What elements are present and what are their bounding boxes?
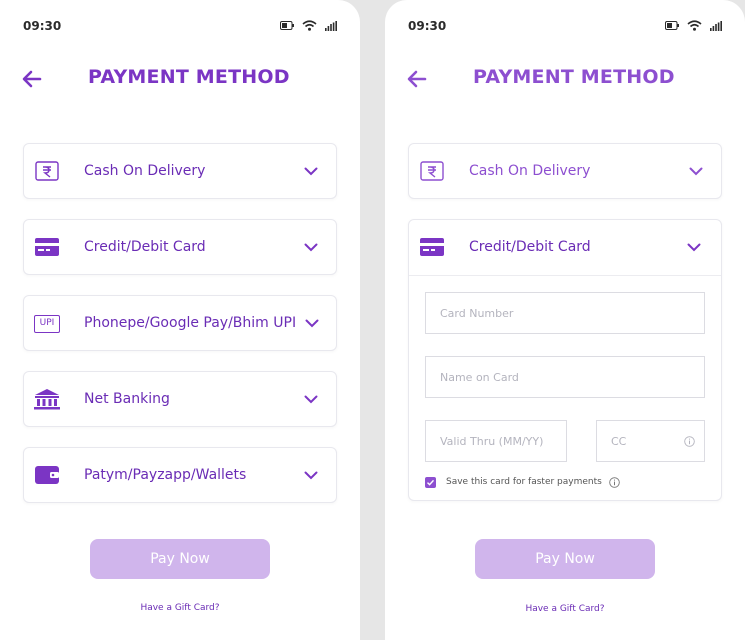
option-wallets[interactable]: Patym/Payzapp/Wallets <box>23 447 337 503</box>
status-bar: 09:30 <box>385 18 745 36</box>
option-label: Cash On Delivery <box>469 163 591 179</box>
info-icon[interactable] <box>609 476 620 488</box>
back-arrow-icon[interactable] <box>407 70 427 88</box>
signal-icon <box>325 20 337 31</box>
valid-thru-input[interactable] <box>426 421 566 461</box>
valid-thru-field[interactable] <box>425 420 567 462</box>
page-title: PAYMENT METHOD <box>473 66 675 88</box>
chevron-down-icon <box>687 243 701 252</box>
option-net-banking[interactable]: Net Banking <box>23 371 337 427</box>
card-form-panel: Credit/Debit Card Save this card for fas… <box>408 219 722 501</box>
rupee-icon <box>35 161 59 181</box>
option-credit-debit-card[interactable]: Credit/Debit Card <box>409 220 721 276</box>
option-cash-on-delivery[interactable]: Cash On Delivery <box>23 143 337 199</box>
card-icon <box>420 238 444 256</box>
option-label: Cash On Delivery <box>84 163 206 179</box>
option-label: Patym/Payzapp/Wallets <box>84 467 247 483</box>
pay-now-button[interactable]: Pay Now <box>90 539 270 579</box>
option-label: Phonepe/Google Pay/Bhim UPI <box>84 315 297 331</box>
wallet-icon <box>35 466 59 484</box>
card-icon <box>35 238 59 256</box>
signal-icon <box>710 20 722 31</box>
chevron-down-icon <box>304 167 318 176</box>
status-time: 09:30 <box>408 19 447 33</box>
back-arrow-icon[interactable] <box>22 70 42 88</box>
info-icon[interactable] <box>684 436 695 447</box>
card-number-input[interactable] <box>426 293 704 333</box>
battery-icon <box>280 21 294 30</box>
cc-field[interactable] <box>596 420 705 462</box>
chevron-down-icon <box>304 243 318 252</box>
check-icon <box>427 479 435 486</box>
chevron-down-icon <box>689 167 703 176</box>
page-title: PAYMENT METHOD <box>88 66 290 88</box>
gift-card-link[interactable]: Have a Gift Card? <box>0 603 360 613</box>
gift-card-link[interactable]: Have a Gift Card? <box>385 604 745 614</box>
bank-icon <box>34 389 60 410</box>
header: PAYMENT METHOD <box>0 66 360 92</box>
card-number-field[interactable] <box>425 292 705 334</box>
payment-screen-card-expanded: 09:30 PAYMENT METHOD Cash On Delivery Cr… <box>385 0 745 640</box>
status-time: 09:30 <box>23 19 62 33</box>
option-upi[interactable]: UPI Phonepe/Google Pay/Bhim UPI <box>23 295 337 351</box>
rupee-icon <box>420 161 444 181</box>
status-bar: 09:30 <box>0 18 360 36</box>
option-cash-on-delivery[interactable]: Cash On Delivery <box>408 143 722 199</box>
chevron-down-icon <box>304 395 318 404</box>
upi-icon: UPI <box>34 315 60 333</box>
option-label: Credit/Debit Card <box>84 239 206 255</box>
save-card-checkbox[interactable] <box>425 476 436 488</box>
save-card-row: Save this card for faster payments <box>425 475 620 489</box>
option-credit-debit-card[interactable]: Credit/Debit Card <box>23 219 337 275</box>
chevron-down-icon <box>304 471 318 480</box>
wifi-icon <box>687 20 702 31</box>
upi-icon-text: UPI <box>39 318 55 328</box>
payment-screen-collapsed: 09:30 PAYMENT METHOD Cash On Delivery Cr… <box>0 0 360 640</box>
option-label: Net Banking <box>84 391 170 407</box>
save-card-label: Save this card for faster payments <box>446 477 602 487</box>
header: PAYMENT METHOD <box>385 66 745 92</box>
name-on-card-input[interactable] <box>426 357 704 397</box>
wifi-icon <box>302 20 317 31</box>
option-label: Credit/Debit Card <box>469 239 591 255</box>
name-on-card-field[interactable] <box>425 356 705 398</box>
pay-now-button[interactable]: Pay Now <box>475 539 655 579</box>
chevron-down-icon <box>305 319 319 328</box>
battery-icon <box>665 21 679 30</box>
